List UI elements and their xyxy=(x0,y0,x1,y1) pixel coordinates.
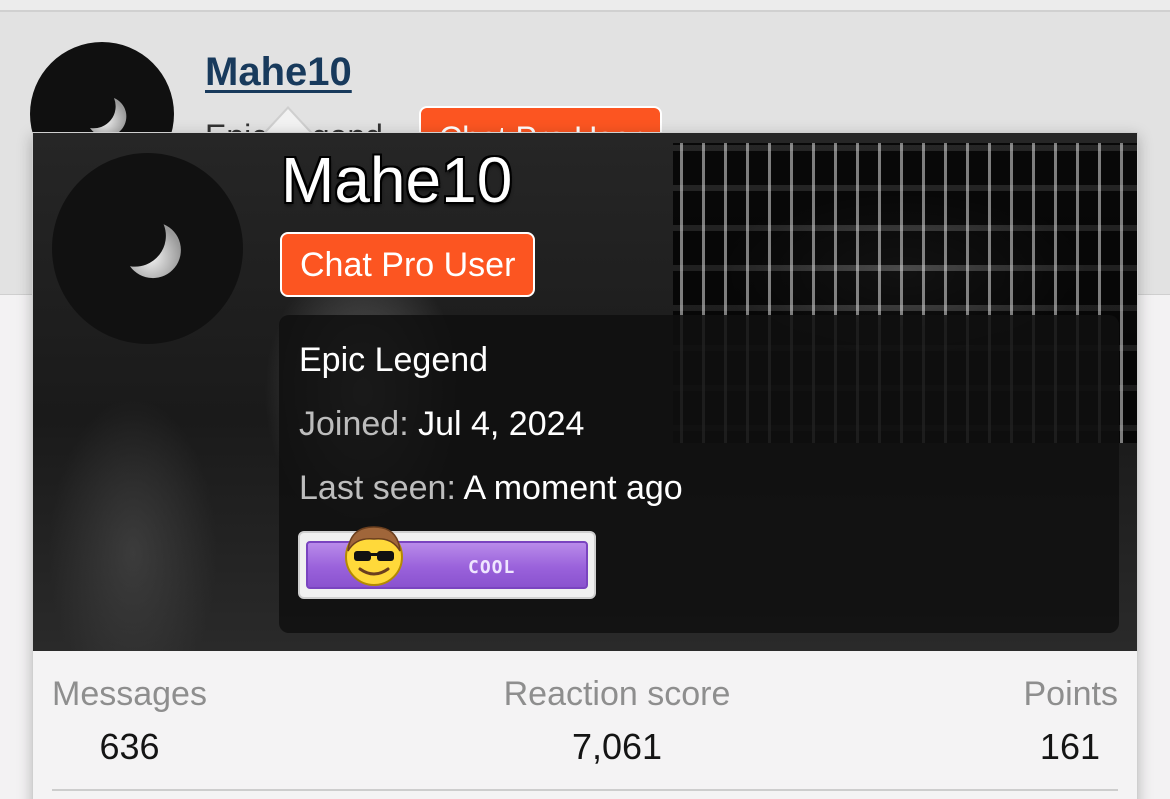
last-seen-label: Last seen: xyxy=(299,469,456,507)
stat-label: Messages xyxy=(52,675,207,713)
member-last-seen: Last seen: A moment ago xyxy=(299,469,683,508)
cool-badge: COOL xyxy=(298,526,596,599)
stats-divider xyxy=(52,789,1118,791)
post-username-link[interactable]: Mahe10 xyxy=(205,50,352,95)
badge-label: COOL xyxy=(468,557,516,578)
stat-reaction-score[interactable]: Reaction score 7,061 xyxy=(483,675,751,768)
member-user-banner: Chat Pro User xyxy=(280,232,536,297)
stat-value: 636 xyxy=(99,726,160,767)
member-username-link[interactable]: Mahe10 xyxy=(281,143,512,217)
member-joined: Joined: Jul 4, 2024 xyxy=(299,405,584,444)
stat-value: 7,061 xyxy=(571,726,663,767)
profile-cover-image: Mahe10 Chat Pro User Epic Legend Joined:… xyxy=(33,133,1137,651)
stat-points[interactable]: Points 161 xyxy=(1024,675,1119,768)
joined-label: Joined: xyxy=(299,405,409,443)
last-seen-value: A moment ago xyxy=(463,469,683,507)
stat-label: Reaction score xyxy=(503,675,731,713)
member-stats: Messages 636 Reaction score 7,061 Points… xyxy=(33,651,1137,799)
joined-date: Jul 4, 2024 xyxy=(418,405,585,443)
page-top-rule xyxy=(0,0,1170,12)
sunglasses-smiley-icon xyxy=(345,526,403,586)
stat-value: 161 xyxy=(1039,726,1100,767)
stat-messages[interactable]: Messages 636 xyxy=(52,675,207,768)
member-user-title: Epic Legend xyxy=(299,341,489,379)
member-tooltip-card: Mahe10 Chat Pro User Epic Legend Joined:… xyxy=(32,132,1138,799)
stat-label: Points xyxy=(1023,675,1119,713)
member-info-box: Epic Legend Joined: Jul 4, 2024 Last see… xyxy=(279,315,1119,633)
member-avatar[interactable] xyxy=(52,153,243,344)
moon-icon xyxy=(130,224,181,279)
